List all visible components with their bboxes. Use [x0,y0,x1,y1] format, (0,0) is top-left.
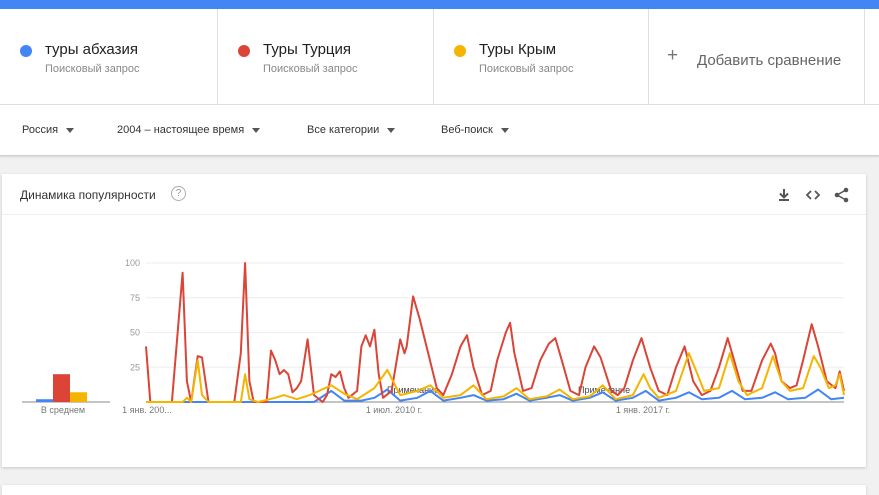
term-color-dot [238,45,250,57]
y-tick-label: 25 [130,362,140,372]
term-color-dot [20,45,32,57]
term-name: туры абхазия [45,41,138,58]
x-tick-label: 1 июл. 2010 г. [366,405,423,415]
average-bar [70,392,87,402]
caret-down-icon [252,127,261,133]
add-comparison-label: Добавить сравнение [697,52,842,69]
term-name: Туры Крым [479,41,557,58]
caret-down-icon [66,127,75,133]
interest-over-time-card: Динамика популярности ? 100 75 50 25 В средн… [2,174,866,467]
interest-chart: 100 75 50 25 В среднем 1 янв. 200... 1 июл. 20… [22,258,845,415]
search-type-dropdown[interactable]: Веб-поиск [441,124,509,136]
y-tick-label: 75 [130,293,140,303]
caret-down-icon [500,127,509,133]
category-dropdown[interactable]: Все категории [307,124,396,136]
category-value: Все категории [307,124,380,136]
region-value: Россия [22,124,59,136]
next-card [2,485,866,495]
search-type-value: Веб-поиск [441,124,493,136]
x-tick-label: 1 янв. 2017 г. [616,405,670,415]
help-icon[interactable]: ? [171,186,186,201]
comparison-bar: туры абхазия Поисковый запрос Туры Турци… [0,9,879,105]
term-type: Поисковый запрос [263,63,358,75]
term-name: Туры Турция [263,41,352,58]
search-term-2[interactable]: Туры Турция Поисковый запрос [218,9,434,105]
period-dropdown[interactable]: 2004 – настоящее время [117,124,261,136]
average-bar [36,399,53,402]
top-accent-bar [0,0,879,9]
share-icon[interactable] [832,185,852,205]
plus-icon: + [667,45,679,66]
search-term-1[interactable]: туры абхазия Поисковый запрос [0,9,218,105]
caret-down-icon [387,127,396,133]
average-label: В среднем [41,405,85,415]
filters-bar: Россия 2004 – настоящее время Все катего… [0,105,879,156]
search-term-3[interactable]: Туры Крым Поисковый запрос [434,9,649,105]
term-type: Поисковый запрос [45,63,140,75]
y-tick-label: 100 [125,258,140,268]
period-value: 2004 – настоящее время [117,124,245,136]
download-icon[interactable] [774,185,794,205]
x-tick-label: 1 янв. 200... [122,405,172,415]
term-color-dot [454,45,466,57]
embed-icon[interactable] [803,185,823,205]
average-bar [53,374,70,402]
card-title: Динамика популярности [20,188,156,202]
y-tick-label: 50 [130,328,140,338]
term-type: Поисковый запрос [479,63,574,75]
region-dropdown[interactable]: Россия [22,124,75,136]
add-comparison-button[interactable]: + Добавить сравнение [649,9,865,105]
